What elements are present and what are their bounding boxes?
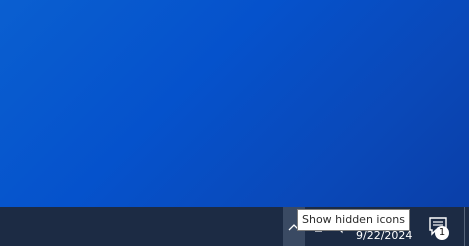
show-hidden-icons-tooltip: Show hidden icons xyxy=(297,209,410,231)
notification-count-badge: 1 xyxy=(435,226,449,240)
desktop-background xyxy=(0,0,469,207)
show-desktop-divider[interactable] xyxy=(464,207,465,246)
